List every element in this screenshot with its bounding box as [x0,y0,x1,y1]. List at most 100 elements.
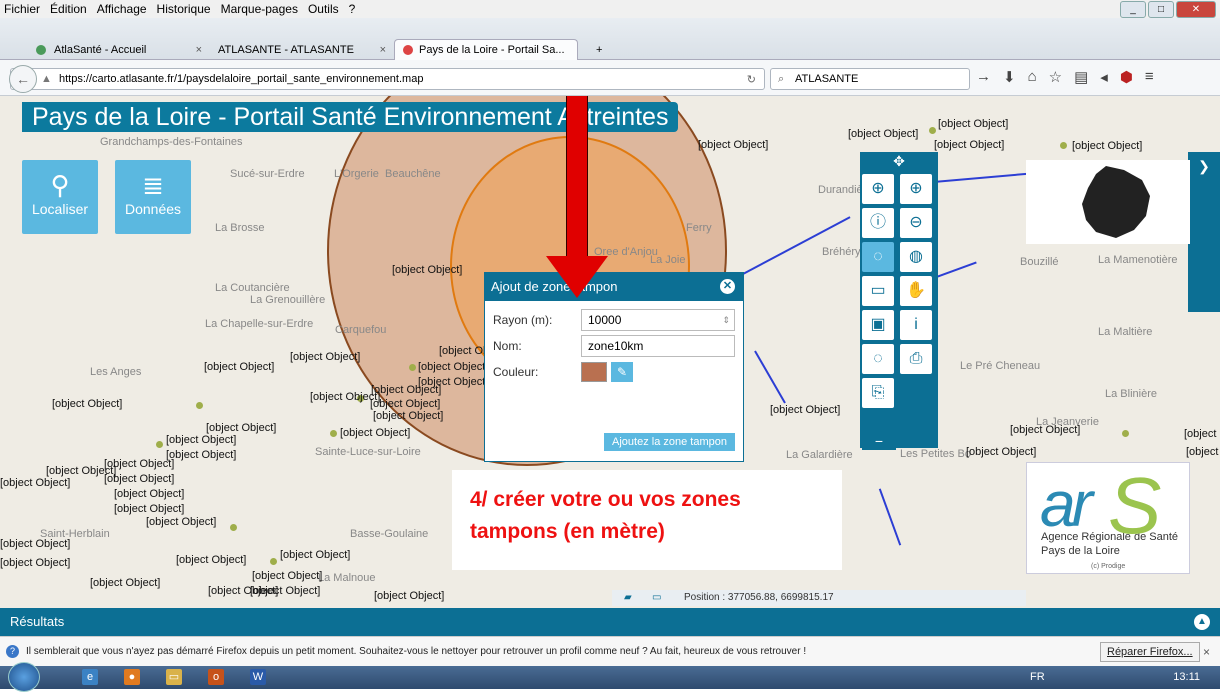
map-point[interactable] [1060,142,1067,149]
color-swatch[interactable] [581,362,607,382]
menu-affichage[interactable]: Affichage [97,2,147,16]
print-icon[interactable]: ⎙ [900,344,932,374]
rayon-input[interactable]: 10000 ⇕ [581,309,735,331]
stepper-icon[interactable]: ⇕ [722,310,730,330]
maximize-icon[interactable]: □ [1148,1,1174,18]
map-point-label: [object Object] [0,557,71,569]
localiser-button[interactable]: ⚲ Localiser [22,160,98,234]
tab-close-icon[interactable]: × [380,44,386,56]
word-icon[interactable]: W [250,669,266,685]
close-icon[interactable]: ✕ [720,279,735,294]
map-point[interactable] [156,441,163,448]
back-arrow-icon[interactable]: ← [9,65,37,93]
search-icon: ⌕ [778,72,785,85]
results-panel-header[interactable]: Résultats ▲ [0,608,1220,636]
overview-minimap[interactable] [1026,160,1190,244]
tab-atlasante[interactable]: ATLASANTE - ATLASANTE × [210,39,394,60]
tab-favicon-icon [36,44,46,55]
search-input[interactable]: ⌕ ATLASANTE [770,68,970,90]
donnees-button[interactable]: ≣ Données [115,160,191,234]
menu-marque-pages[interactable]: Marque-pages [221,2,298,16]
minimize-icon[interactable]: _ [1120,1,1146,18]
info-icon: ? [6,645,19,658]
clock[interactable]: 13:11 [1173,666,1200,689]
pdf-icon[interactable]: ⎘ [862,378,894,408]
chevron-right-icon: ❯ [1198,158,1210,174]
map-point[interactable] [196,402,203,409]
ruler-icon[interactable]: ▭ [862,276,894,306]
url-bar[interactable]: ← ▲ https://carto.atlasante.fr/1/paysdel… [9,65,765,93]
collapse-panel-icon[interactable]: − [862,434,896,450]
close-icon[interactable]: ✕ [1176,1,1216,18]
map-point-label: [object Object] [290,351,361,363]
window-controls: _ □ ✕ [1120,1,1216,18]
hamburger-menu-icon[interactable]: ≡ [1145,68,1154,86]
ars-logo-s: S [1108,461,1162,550]
map-point[interactable] [230,524,237,531]
firefox-icon[interactable]: ● [124,669,140,685]
info-circle-icon[interactable]: ⓘ [862,208,894,238]
map-point[interactable] [270,558,277,565]
send-icon[interactable]: ◂ [1100,68,1108,86]
map-point-label: [object Object] [176,554,247,566]
map-point[interactable] [929,127,936,134]
map-scale-icon[interactable]: ▭ [652,590,661,606]
repair-firefox-button[interactable]: Réparer Firefox... [1100,642,1200,662]
windows-start-icon[interactable] [8,662,40,692]
bookmark-star-icon[interactable]: ☆ [1049,68,1062,86]
home-icon[interactable]: ⌂ [1028,68,1037,86]
ie-icon[interactable]: e [82,669,98,685]
info-icon[interactable]: i [900,310,932,340]
reading-list-icon[interactable]: ▤ [1074,68,1088,86]
language-indicator[interactable]: FR [1030,671,1045,683]
map-canvas[interactable]: Grandchamps-des-Fontaines Sucé-sur-Erdre… [0,96,1220,608]
layers-icon[interactable]: ◌ [862,344,894,374]
menu-help[interactable]: ? [349,2,356,16]
town-label: La Brosse [215,222,265,234]
menu-fichier[interactable]: Fichier [4,2,40,16]
hand-pan-icon[interactable]: ✋ [900,276,932,306]
download-icon[interactable]: ⬇ [1003,68,1016,86]
ars-logo-ar: ar [1040,468,1093,540]
menu-historique[interactable]: Historique [157,2,211,16]
town-label: Sucé-sur-Erdre [230,168,305,180]
nom-input[interactable]: zone10km [581,335,735,357]
map-point-label: [object Object] [392,264,463,276]
town-label: La Mamenotière [1098,254,1178,266]
donnees-label: Données [124,201,182,217]
forward-arrow-icon[interactable]: → [976,68,991,86]
zoom-in-icon[interactable]: ⊕ [900,174,932,204]
tab-atlasante-accueil[interactable]: AtlaSanté - Accueil × [28,39,210,60]
map-point[interactable] [1122,430,1129,437]
river-line [754,350,786,404]
new-tab-button[interactable]: + [588,39,608,60]
menu-outils[interactable]: Outils [308,2,339,16]
tab-pays-de-la-loire[interactable]: Pays de la Loire - Portail Sa... [394,39,578,60]
expand-right-panel-button[interactable]: ❯ [1188,152,1220,312]
explorer-icon[interactable]: ▭ [166,669,182,685]
chevron-up-icon[interactable]: ▲ [1194,614,1210,630]
map-point[interactable] [409,364,416,371]
tab-close-icon[interactable]: × [196,44,202,56]
town-label: La Grenouillère [250,294,326,306]
save-icon[interactable]: ▣ [862,310,894,340]
move-panel-icon[interactable]: ✥ [860,152,938,170]
map-point[interactable] [330,430,337,437]
outlook-icon[interactable]: o [208,669,224,685]
reload-icon[interactable]: ↻ [747,73,756,86]
zoom-out-icon[interactable]: ⊖ [900,208,932,238]
globe-icon[interactable]: ◍ [900,242,932,272]
close-icon[interactable]: × [1203,637,1210,667]
zoom-area-icon[interactable]: ⊕ [862,174,894,204]
color-picker-icon[interactable]: ✎ [611,362,633,382]
tab-bar: AtlaSanté - Accueil × ATLASANTE - ATLASA… [0,18,1220,60]
buffer-tool-icon[interactable]: ◌ [862,242,894,272]
tab-label: ATLASANTE - ATLASANTE [218,43,354,56]
map-point-label: [object Object] [848,128,919,140]
map-point-label: [object Object] [90,577,161,589]
menu-edition[interactable]: Édition [50,2,87,16]
map-legend-icon[interactable]: ▰ [624,590,632,606]
rayon-value: 10000 [588,313,622,327]
shield-addon-icon[interactable]: ⬢ [1120,68,1133,86]
add-buffer-button[interactable]: Ajoutez la zone tampon [604,433,735,451]
